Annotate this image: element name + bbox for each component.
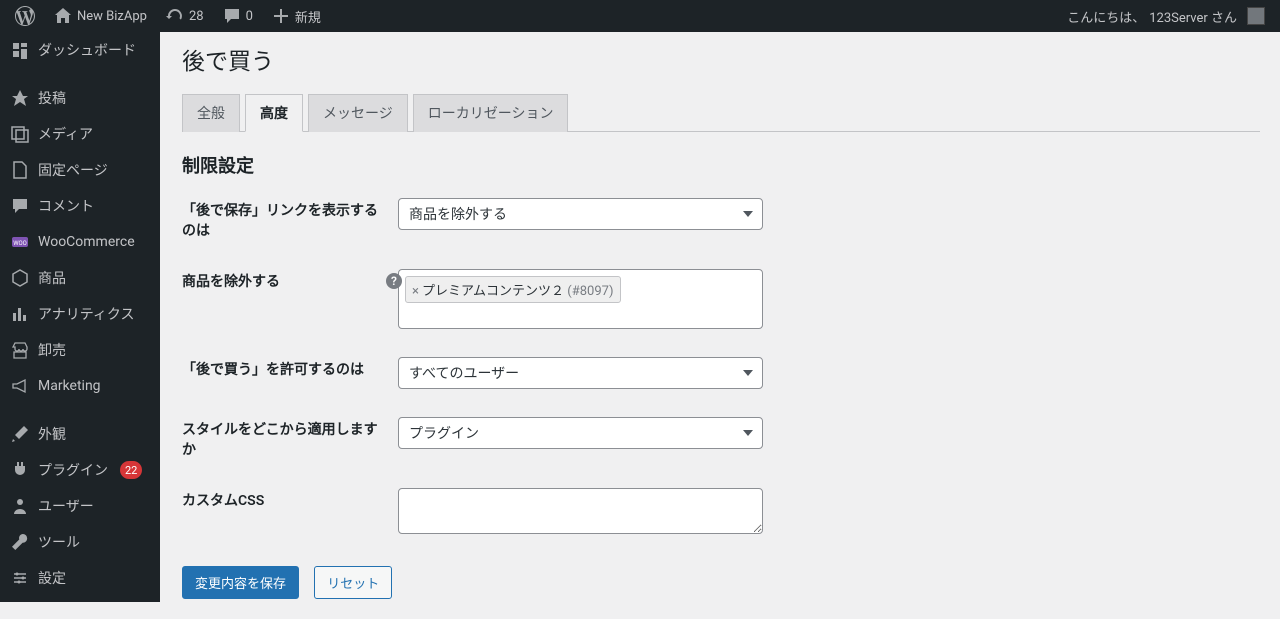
site-link[interactable]: New BizApp — [46, 0, 154, 32]
sidebar-item-products[interactable]: 商品 — [0, 260, 160, 296]
sidebar-item-marketing[interactable]: Marketing — [0, 368, 160, 404]
comments-link[interactable]: 0 — [215, 0, 260, 32]
plugin-icon — [10, 460, 30, 480]
content-area: 後で買う 全般 高度 メッセージ ローカリゼーション 制限設定 「後で保存」リン… — [160, 0, 1280, 619]
update-icon — [165, 6, 185, 26]
new-label: 新規 — [295, 7, 321, 26]
sidebar-item-analytics[interactable]: アナリティクス — [0, 296, 160, 332]
settings-icon — [10, 568, 30, 588]
plugin-badge: 22 — [120, 461, 142, 479]
sidebar-item-settings[interactable]: 設定 — [0, 560, 160, 596]
admin-toolbar: New BizApp 28 0 新規 こんにちは、123Server さん — [0, 0, 1280, 32]
sidebar-item-media[interactable]: メディア — [0, 116, 160, 152]
sidebar-item-woocommerce[interactable]: WOOWooCommerce — [0, 224, 160, 260]
sidebar-item-plugins[interactable]: プラグイン22 — [0, 452, 160, 488]
home-icon — [53, 6, 73, 26]
updates-link[interactable]: 28 — [158, 0, 211, 32]
updates-count: 28 — [189, 9, 204, 24]
plus-icon — [271, 6, 291, 26]
section-heading: 制限設定 — [182, 152, 1260, 178]
brush-icon — [10, 424, 30, 444]
tab-messages[interactable]: メッセージ — [308, 94, 408, 132]
tab-general[interactable]: 全般 — [182, 94, 240, 132]
tabs: 全般 高度 メッセージ ローカリゼーション — [182, 94, 1260, 132]
show-link-label: 「後で保存」リンクを表示するのは — [182, 198, 398, 241]
admin-sidebar: ダッシュボード 投稿 メディア 固定ページ コメント WOOWooCommerc… — [0, 32, 160, 602]
page-title: 後で買う — [182, 42, 1260, 76]
megaphone-icon — [10, 376, 30, 396]
sidebar-item-tools[interactable]: ツール — [0, 524, 160, 560]
media-icon — [10, 124, 30, 144]
page-icon — [10, 160, 30, 180]
analytics-icon — [10, 304, 30, 324]
dashboard-icon — [10, 40, 30, 60]
avatar — [1247, 7, 1265, 25]
wp-logo[interactable] — [8, 0, 42, 32]
exclude-products-input[interactable]: ×プレミアムコンテンツ２ (#8097) — [398, 269, 763, 329]
css-label: カスタムCSS — [182, 488, 398, 512]
tool-icon — [10, 532, 30, 552]
allow-select[interactable]: すべてのユーザー — [398, 357, 763, 389]
sidebar-item-users[interactable]: ユーザー — [0, 488, 160, 524]
store-icon — [10, 340, 30, 360]
sidebar-item-posts[interactable]: 投稿 — [0, 80, 160, 116]
tab-advanced[interactable]: 高度 — [245, 94, 303, 132]
custom-css-textarea[interactable] — [398, 488, 763, 534]
sidebar-item-pages[interactable]: 固定ページ — [0, 152, 160, 188]
site-name: New BizApp — [77, 9, 147, 24]
style-select[interactable]: プラグイン — [398, 417, 763, 449]
show-link-select[interactable]: 商品を除外する — [398, 198, 763, 230]
comment-icon — [222, 6, 242, 26]
sidebar-item-wholesale[interactable]: 卸売 — [0, 332, 160, 368]
style-label: スタイルをどこから適用しますか — [182, 417, 398, 460]
tab-localization[interactable]: ローカリゼーション — [413, 94, 569, 132]
user-icon — [10, 496, 30, 516]
reset-button[interactable]: リセット — [314, 566, 392, 599]
pin-icon — [10, 88, 30, 108]
greeting[interactable]: こんにちは、123Server さん — [1060, 0, 1272, 32]
product-icon — [10, 268, 30, 288]
save-button[interactable]: 変更内容を保存 — [182, 566, 299, 599]
svg-text:WOO: WOO — [13, 240, 27, 247]
remove-tag-icon[interactable]: × — [412, 284, 419, 299]
excluded-product-tag[interactable]: ×プレミアムコンテンツ２ (#8097) — [405, 276, 621, 303]
sidebar-item-appearance[interactable]: 外観 — [0, 416, 160, 452]
comment-icon — [10, 196, 30, 216]
sidebar-item-dashboard[interactable]: ダッシュボード — [0, 32, 160, 68]
sidebar-item-comments[interactable]: コメント — [0, 188, 160, 224]
exclude-label: 商品を除外する? — [182, 269, 398, 293]
new-link[interactable]: 新規 — [264, 0, 328, 32]
woo-icon: WOO — [10, 232, 30, 252]
allow-label: 「後で買う」を許可するのは — [182, 357, 398, 381]
comments-count: 0 — [246, 9, 253, 24]
